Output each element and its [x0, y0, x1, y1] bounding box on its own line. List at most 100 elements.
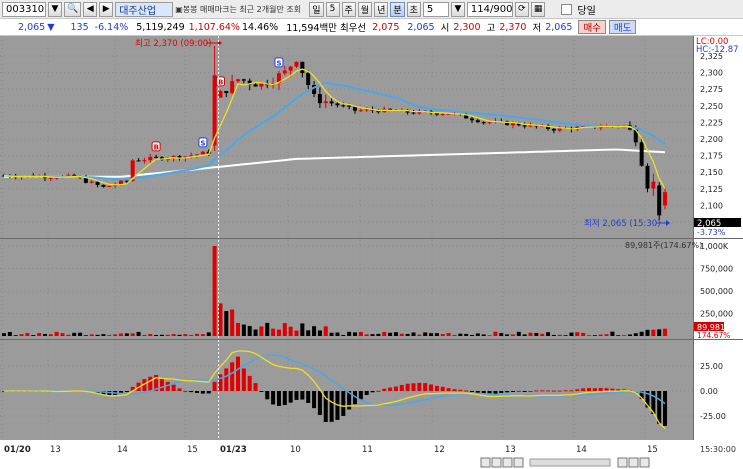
- oscillator-bar: [510, 391, 515, 392]
- volume-bar: [440, 334, 445, 336]
- volume-bar: [224, 311, 229, 336]
- zoom-in-button[interactable]: [628, 457, 639, 468]
- oscillator-bar: [575, 389, 580, 391]
- chart-settings-button[interactable]: [639, 457, 650, 468]
- candle-body: [329, 101, 334, 104]
- oscillator-bar: [259, 391, 264, 392]
- volume-bar: [475, 333, 480, 336]
- interval-select[interactable]: 5: [422, 1, 449, 17]
- toolbar: 003310 ▼ 🔍 ◀ ▶ 대주산업 ▣봉봉 매매마크는 최근 2개월만 조회…: [0, 0, 743, 19]
- volume-bar: [429, 333, 434, 336]
- next-stock-button[interactable]: ▶: [99, 1, 114, 17]
- oscillator-bar: [241, 368, 246, 391]
- candle-body: [136, 160, 141, 162]
- time-label: 15:30:00: [700, 445, 736, 454]
- oscillator-bar: [505, 391, 510, 393]
- oscillator-bar: [429, 384, 434, 391]
- oscillator-bar: [183, 390, 188, 392]
- stock-name-label: 대주산업: [119, 5, 157, 17]
- scroll-stop-button[interactable]: [502, 457, 513, 468]
- high-label: 고: [486, 23, 496, 34]
- period-week-button[interactable]: 주: [341, 1, 356, 17]
- volume-bar: [341, 334, 346, 336]
- interval-dropdown-button[interactable]: ▼: [450, 1, 465, 17]
- price-panel: [0, 36, 693, 238]
- stock-name: 대주산업: [115, 1, 174, 17]
- period-second-button[interactable]: 초: [406, 1, 421, 17]
- period-day-button[interactable]: 일: [309, 1, 324, 17]
- oscillator-bar: [522, 391, 527, 392]
- price-change: 135: [70, 21, 89, 33]
- sell-button[interactable]: 매도: [608, 20, 637, 34]
- volume-ratio: 1,107.64%: [188, 21, 240, 33]
- volume-bar: [212, 246, 217, 336]
- today-checkbox[interactable]: [561, 3, 573, 15]
- volume-bar: [241, 324, 246, 336]
- open-price: 2,300: [453, 21, 481, 33]
- volume-bar: [31, 335, 36, 336]
- volume-bar: [493, 331, 498, 336]
- candle-body: [657, 185, 662, 216]
- volume-bar: [598, 334, 603, 336]
- oscillator-bar: [604, 388, 609, 391]
- stock-code-input[interactable]: 003310: [2, 1, 46, 17]
- volume-bar: [522, 334, 527, 336]
- volume-bar: [89, 334, 94, 336]
- scroll-controls[interactable]: [480, 457, 650, 468]
- period-month-button[interactable]: 월: [357, 1, 373, 17]
- candle-body: [341, 105, 346, 107]
- scrollbar-track[interactable]: [529, 458, 611, 467]
- volume-bar: [66, 334, 71, 336]
- oscillator-bar: [159, 378, 164, 391]
- volume-bar: [148, 334, 153, 336]
- volume-bar: [282, 323, 287, 336]
- candle-body: [241, 79, 246, 81]
- volume-bar: [663, 328, 668, 336]
- oscillator-bar: [364, 391, 369, 396]
- day-interval-select[interactable]: 5: [325, 1, 340, 17]
- grid-icon[interactable]: ▦: [530, 1, 546, 17]
- oscillator-bar: [206, 391, 211, 394]
- zoom-out-button[interactable]: [617, 457, 628, 468]
- volume-bar: [294, 330, 299, 336]
- volume-bar: [551, 334, 556, 336]
- volume-bar: [645, 329, 650, 336]
- scroll-right-button[interactable]: [513, 457, 524, 468]
- oscillator-bar: [288, 391, 293, 403]
- scroll-left-button[interactable]: [480, 457, 491, 468]
- volume-tick: 500,000: [700, 287, 733, 296]
- data-count-field[interactable]: 114/900: [466, 1, 513, 17]
- down-arrow-icon: ▼: [47, 21, 55, 33]
- candle-body: [282, 70, 287, 74]
- volume-bar: [487, 335, 492, 336]
- oscillator-bar: [177, 388, 182, 391]
- volume-bar: [271, 328, 276, 336]
- volume-bar: [358, 331, 363, 336]
- volume-bar: [639, 331, 644, 336]
- period-minute-button[interactable]: 분: [390, 1, 405, 17]
- volume-tick: 250,000: [700, 310, 733, 319]
- price-tick: 2,150: [700, 168, 723, 177]
- volume-bar: [288, 326, 293, 336]
- quote-bar: 2,065 ▼ 135 -6.14% 5,119,249 1,107.64% 1…: [0, 19, 743, 36]
- scroll-play-button[interactable]: [491, 457, 502, 468]
- volume-bar: [136, 331, 141, 336]
- candle-body: [218, 91, 223, 98]
- oscillator-bar: [423, 383, 428, 391]
- volume-bar: [464, 333, 469, 336]
- code-dropdown-button[interactable]: ▼: [48, 1, 62, 17]
- oscillator-bar: [534, 390, 539, 392]
- buy-button[interactable]: 매수: [578, 20, 606, 34]
- volume-bar: [540, 333, 545, 336]
- oscillator-bar: [516, 390, 521, 392]
- oscillator-bar: [581, 388, 586, 391]
- oscillator-bar: [464, 390, 469, 392]
- refresh-icon[interactable]: ⟳: [514, 1, 529, 17]
- trade-amount: 11,594백만: [286, 23, 337, 34]
- period-year-button[interactable]: 년: [374, 1, 389, 17]
- prev-stock-button[interactable]: ◀: [83, 1, 98, 17]
- search-icon[interactable]: 🔍: [64, 1, 82, 17]
- volume-bar: [452, 334, 457, 336]
- candle-body: [364, 109, 369, 111]
- price-chart[interactable]: B SBS 최고 2,370 (09:00) 최저 2,065 (15:30) L…: [0, 36, 743, 469]
